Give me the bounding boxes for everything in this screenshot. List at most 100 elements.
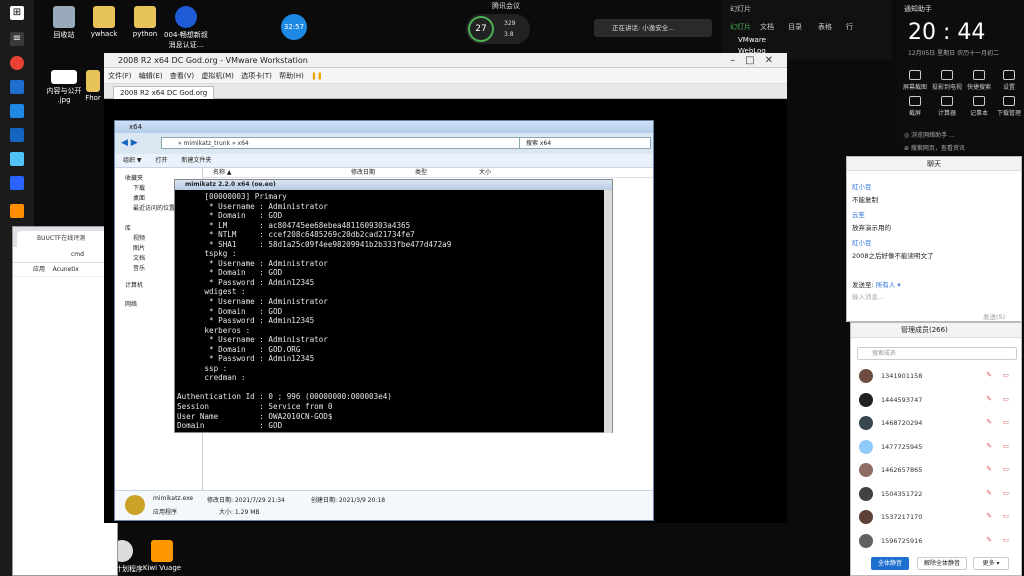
nav-downloads[interactable]: 下载 [133,183,145,192]
back-forward-icon[interactable]: ◀ ▶ [121,137,153,149]
qa-settings[interactable]: 设置 [994,70,1024,91]
windows-start-icon[interactable]: ⊞ [10,6,24,20]
col-modified[interactable]: 修改日期 [351,168,375,178]
mic-camera-icon[interactable]: ✎ ▭ [986,489,1013,497]
console-scrollbar[interactable] [604,190,612,433]
mute-all-button[interactable]: 全体静音 [871,557,909,570]
ppt-tab-4[interactable]: 表格 [818,22,832,32]
mic-camera-icon[interactable]: ✎ ▭ [986,512,1013,520]
timer-badge[interactable]: 32:57 [281,14,307,40]
ppt-tab-3[interactable]: 目录 [788,22,802,32]
send-to-select[interactable]: 所有人 ▾ [876,281,901,289]
more-button[interactable]: 更多 ▾ [973,557,1009,570]
mic-camera-icon[interactable]: ✎ ▭ [986,418,1013,426]
member-row[interactable]: 1504351722 ✎ ▭ [857,483,1017,505]
mic-camera-icon[interactable]: ✎ ▭ [986,465,1013,473]
chrome-tab[interactable]: BUUCTF在线评测 [17,231,109,247]
nav-network[interactable]: 网络 [125,299,137,308]
bookmark-acunetix[interactable]: Acunetix [53,266,79,273]
chrome-url[interactable]: cmd [13,247,117,263]
member-row[interactable]: 1444593747 ✎ ▭ [857,389,1017,411]
member-row[interactable]: 1477725945 ✎ ▭ [857,436,1017,458]
mic-camera-icon[interactable]: ✎ ▭ [986,371,1013,379]
member-row[interactable]: 1596725916 ✎ ▭ [857,530,1017,552]
nav-computer[interactable]: 计算机 [125,280,143,289]
qa-calculator[interactable]: 计算器 [932,96,962,117]
member-row[interactable]: 1468720294 ✎ ▭ [857,412,1017,434]
col-type[interactable]: 类型 [415,168,427,178]
window-controls[interactable]: –□✕ [730,53,783,68]
send-button[interactable]: 发送(S) [983,311,1005,321]
qa-notepad[interactable]: 记事本 [964,96,994,117]
desktop-icon-fhor[interactable]: Fhor [82,70,104,102]
nav-library[interactable]: 库 [125,223,131,232]
member-row[interactable]: 1341901158 ✎ ▭ [857,365,1017,387]
ppt-tab-1[interactable]: 幻灯片 [730,22,751,32]
menu-tabs[interactable]: 选项卡(T) [241,72,272,80]
chat-input[interactable]: 输入消息... [852,291,884,301]
ppt-panel: 幻灯片 幻灯片 文档 目录 表格 行 VMware WebLog [722,0,892,60]
net-up: 329 [504,20,516,27]
unmute-all-button[interactable]: 解除全体静音 [917,557,967,570]
nav-recent[interactable]: 最近访问的位置 [133,203,175,212]
desktop-icon-image[interactable]: 内容与公开 .jpg [41,70,87,104]
qa-project[interactable]: 投影到电视 [932,70,962,91]
bookmark-apps[interactable]: 应用 [33,266,45,273]
qa-download[interactable]: 下载管理 [994,96,1024,117]
nav-music[interactable]: 音乐 [133,263,145,272]
mic-camera-icon[interactable]: ✎ ▭ [986,442,1013,450]
col-size[interactable]: 大小 [479,168,491,178]
nav-pictures[interactable]: 图片 [133,243,145,252]
member-name: 1468720294 [881,419,923,427]
member-row[interactable]: 1537217170 ✎ ▭ [857,506,1017,528]
app-icon-2[interactable] [10,176,24,190]
nav-desktop[interactable]: 桌面 [133,193,145,202]
vmware-tab[interactable]: 2008 R2 x64 DC God.org [113,86,215,99]
desktop-icon-ywhack[interactable]: ywhack [81,6,127,38]
nav-documents[interactable]: 文档 [133,253,145,262]
nav-favorites[interactable]: 收藏夹 [125,173,143,182]
qa-screenshot[interactable]: 屏幕截图 [900,70,930,91]
desktop-icon-zip[interactable]: 004-畅想新叔 消息认证... [163,6,209,50]
members-search[interactable]: 搜索成员 [857,347,1017,360]
avatar [859,392,873,407]
tool-open[interactable]: 打开 [155,157,167,164]
date-text: 12月05日 星期日 农历十一月初二 [908,50,1000,57]
network-widget[interactable]: 27 329 3.8 [466,14,530,44]
notification-footer[interactable]: ◎ 浏览网络助手 ... [904,130,955,139]
tool-organize[interactable]: 组织 ▼ [123,157,142,164]
qa-capture[interactable]: 截屏 [900,96,930,117]
member-name: 1537217170 [881,513,923,521]
ppt-item-vmware[interactable]: VMware [738,36,766,44]
menu-icon[interactable]: ≡ [10,32,24,46]
chrome-bookmarks: 应用 Acunetix [13,263,117,277]
tool-newfolder[interactable]: 新建文件夹 [181,157,211,164]
mic-camera-icon[interactable]: ✎ ▭ [986,395,1013,403]
menu-edit[interactable]: 编辑(E) [139,72,163,80]
member-row[interactable]: 1462657865 ✎ ▭ [857,459,1017,481]
kiwi-icon [151,540,173,562]
menu-view[interactable]: 查看(V) [170,72,194,80]
nav-videos[interactable]: 视频 [133,233,145,242]
desktop-icon-python[interactable]: python [122,6,168,38]
menu-help[interactable]: 帮助(H) [279,72,304,80]
calculator-icon [941,96,953,106]
explorer-search[interactable]: 搜索 x64 [519,137,651,149]
pause-icon[interactable]: ❚❚ [311,72,323,80]
meeting-icon[interactable] [10,128,24,142]
ppt-tab-2[interactable]: 文档 [760,22,774,32]
ppt-tab-5[interactable]: 行 [846,22,853,32]
chrome-icon[interactable] [10,56,24,70]
col-name[interactable]: 名称 ▲ [213,168,232,178]
app-blue-icon[interactable] [10,80,24,94]
app-icon[interactable] [10,152,24,166]
desktop-icon-kiwi[interactable]: Kiwi Vuage [140,540,184,572]
shield-icon[interactable] [10,104,24,118]
mic-camera-icon[interactable]: ✎ ▭ [986,536,1013,544]
vmware-icon[interactable] [10,204,24,218]
menu-vm[interactable]: 虚拟机(M) [201,72,234,80]
menu-file[interactable]: 文件(F) [108,72,132,80]
qa-search[interactable]: 快捷搜索 [964,70,994,91]
notification-link[interactable]: ⊕ 搜索网页，查看资讯 [904,143,965,152]
chat-title: 聊天 [847,157,1021,171]
